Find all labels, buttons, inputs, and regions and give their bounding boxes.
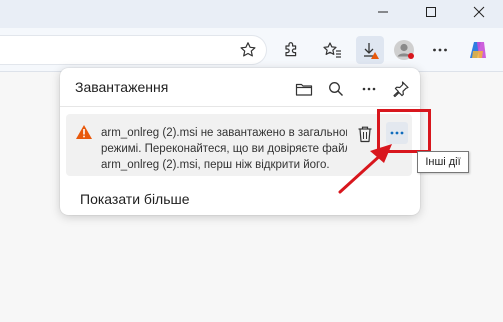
maximize-button[interactable]: [408, 0, 454, 24]
search-icon: [329, 82, 343, 96]
maximize-icon: [426, 7, 436, 17]
folder-icon: [295, 83, 313, 96]
download-warning-text: arm_onlreg (2).msi не завантажено в зага…: [101, 125, 347, 173]
minimize-button[interactable]: [360, 0, 406, 24]
pin-icon: [393, 81, 409, 98]
trash-icon: [358, 126, 372, 143]
pin-panel-button[interactable]: [388, 76, 414, 102]
copilot-icon: [470, 42, 486, 58]
profile-button[interactable]: [390, 36, 418, 64]
open-folder-button[interactable]: [291, 76, 317, 102]
browser-toolbar: [0, 28, 503, 72]
more-icon: [433, 48, 447, 52]
download-warning-line: arm_onlreg (2).msi, перш ніж відкрити йо…: [101, 159, 330, 171]
downloads-icon: [364, 43, 379, 59]
title-bar: [0, 0, 503, 28]
star-icon: [240, 42, 256, 57]
copilot-button[interactable]: [464, 36, 492, 64]
extensions-button[interactable]: [277, 36, 305, 64]
settings-more-button[interactable]: [426, 36, 454, 64]
downloads-panel: Завантаження arm_onlreg (2).msi не заван…: [60, 68, 420, 215]
panel-divider: [60, 106, 420, 107]
extensions-icon: [285, 42, 297, 57]
minimize-icon: [378, 11, 388, 13]
download-item[interactable]: arm_onlreg (2).msi не завантажено в зага…: [66, 114, 412, 176]
profile-icon: [394, 40, 414, 60]
downloads-button[interactable]: [356, 36, 384, 64]
favorite-star-button[interactable]: [234, 36, 262, 64]
download-warning-line: arm_onlreg (2).msi не завантажено в зага…: [101, 127, 347, 139]
more-icon: [362, 87, 376, 91]
panel-more-button[interactable]: [356, 76, 382, 102]
download-warning-line: режимі. Переконайтеся, що ви довіряєте ф…: [101, 143, 347, 155]
show-more-link[interactable]: Показати більше: [80, 191, 190, 207]
close-button[interactable]: [456, 0, 502, 24]
delete-button[interactable]: [353, 121, 377, 147]
highlight-box: [377, 109, 431, 153]
favorites-button[interactable]: [318, 36, 346, 64]
address-bar[interactable]: [0, 35, 267, 65]
warning-icon: [76, 125, 92, 139]
close-icon: [473, 6, 485, 18]
tooltip: Інші дії: [417, 151, 469, 173]
panel-title: Завантаження: [75, 79, 169, 95]
search-downloads-button[interactable]: [323, 76, 349, 102]
favorites-icon: [323, 42, 341, 58]
